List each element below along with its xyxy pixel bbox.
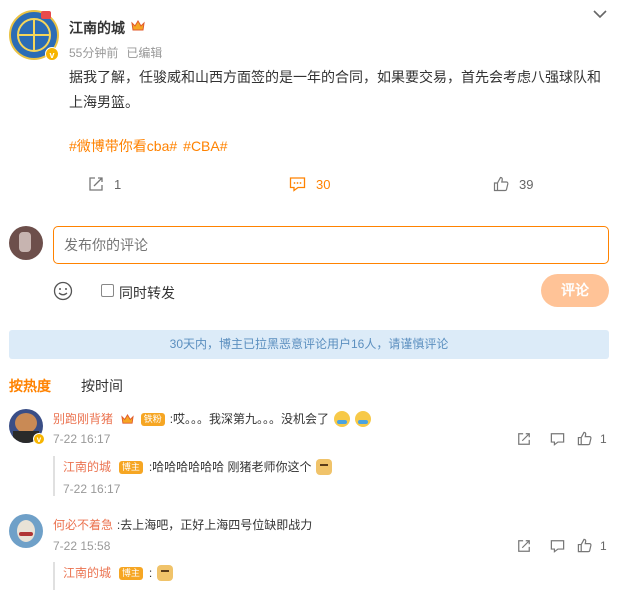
repost-icon: [89, 177, 103, 191]
comment-time: 7-22 15:58: [53, 539, 111, 553]
like-icon[interactable]: [577, 431, 592, 446]
fan-badge: 铁粉: [140, 412, 165, 426]
comment-like-count: 1: [600, 538, 607, 553]
emoji-icon[interactable]: [53, 281, 73, 301]
reply-author-name[interactable]: 江南的城: [63, 460, 111, 474]
comment-icon: [289, 177, 306, 192]
doge-emoji-icon: [157, 565, 174, 582]
reply-icon[interactable]: [550, 432, 565, 446]
comment-count: 30: [316, 176, 331, 192]
comment-text: :去上海吧，正好上海四号位缺即战力: [116, 518, 313, 532]
comment-item: 别跑刚背猪 铁粉 :哎。。。我深第九。。。没机会了: [53, 410, 371, 428]
reply-divider: [53, 562, 55, 590]
my-avatar[interactable]: [9, 226, 43, 260]
tab-sort-time[interactable]: 按时间: [81, 376, 123, 396]
blocked-users-notice: 30天内，博主已拉黑恶意评论用户16人，请谨慎评论: [9, 330, 609, 359]
doge-emoji-icon: [316, 459, 333, 476]
post-body: 据我了解，任骏威和山西方面签的是一年的合同，如果要交易，首先会考虑八强球队和上海…: [69, 69, 601, 110]
reply-time: 7-22 16:17: [63, 482, 121, 496]
verified-badge-icon: v: [45, 47, 59, 61]
edited-label: 已编辑: [126, 46, 163, 60]
commenter-name[interactable]: 何必不着急: [53, 518, 113, 532]
comment-actions: 1: [517, 431, 607, 446]
topic-link[interactable]: #微博带你看cba#: [69, 136, 177, 156]
post-topics: #微博带你看cba# #CBA#: [69, 136, 234, 156]
comment-time: 7-22 16:17: [53, 432, 111, 446]
repost-checkbox[interactable]: [101, 284, 114, 297]
comment-text: :哎。。。我深第九。。。没机会了: [169, 412, 330, 426]
flag-icon: [41, 11, 51, 19]
verified-badge-icon: v: [33, 433, 45, 445]
repost-checkbox-label[interactable]: 同时转发: [119, 283, 175, 303]
tab-sort-hot[interactable]: 按热度: [9, 376, 51, 396]
post-meta: 55分钟前 已编辑: [69, 44, 162, 61]
host-badge: 博主: [118, 460, 143, 474]
chevron-down-icon[interactable]: [592, 8, 608, 20]
comment-item: 何必不着急 :去上海吧，正好上海四号位缺即战力: [53, 516, 312, 533]
share-icon[interactable]: [517, 539, 531, 553]
like-count: 39: [519, 176, 534, 192]
reply-text: :哈哈哈哈哈哈 刚猪老师你这个: [148, 460, 312, 474]
repost-count: 1: [114, 176, 122, 192]
reply-author-name[interactable]: 江南的城: [63, 566, 111, 580]
member-crown-icon: [131, 20, 145, 31]
crying-emoji-icon: [354, 411, 371, 428]
repost-button[interactable]: 1: [88, 176, 121, 192]
reply-item: 江南的城 博主 :: [63, 564, 174, 582]
reply-item: 江南的城 博主 :哈哈哈哈哈哈 刚猪老师你这个: [63, 458, 333, 476]
like-icon[interactable]: [577, 538, 592, 553]
reply-icon[interactable]: [550, 539, 565, 553]
commenter-avatar[interactable]: [9, 514, 43, 548]
topic-link[interactable]: #CBA#: [183, 138, 227, 154]
comment-button[interactable]: 30: [289, 176, 330, 192]
like-icon: [493, 176, 509, 192]
submit-comment-button[interactable]: 评论: [541, 274, 609, 307]
post-time[interactable]: 55分钟前: [69, 44, 118, 61]
commenter-name[interactable]: 别跑刚背猪: [53, 412, 113, 426]
reply-divider: [53, 456, 55, 496]
author-name[interactable]: 江南的城: [69, 18, 125, 38]
share-icon[interactable]: [517, 432, 531, 446]
comment-input[interactable]: [53, 226, 609, 264]
comment-actions: 1: [517, 538, 607, 553]
like-button[interactable]: 39: [493, 176, 533, 192]
reply-text: :: [148, 566, 153, 580]
comment-like-count: 1: [600, 431, 607, 446]
crying-emoji-icon: [333, 411, 350, 428]
host-badge: 博主: [118, 566, 143, 580]
member-crown-icon: [121, 414, 134, 424]
